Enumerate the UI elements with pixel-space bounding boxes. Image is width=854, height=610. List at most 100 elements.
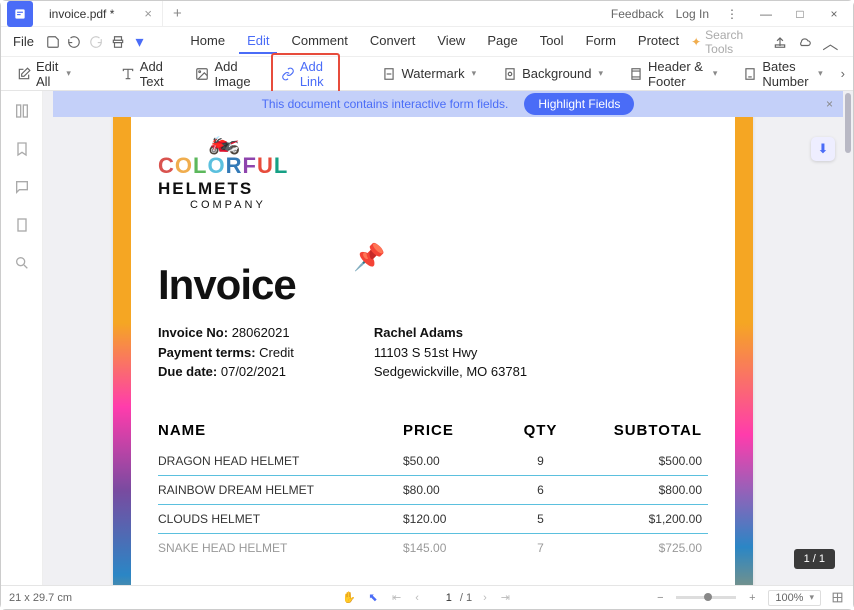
document-tab[interactable]: invoice.pdf * × xyxy=(39,1,163,27)
background-button[interactable]: Background▾ xyxy=(494,62,611,85)
menu-tool[interactable]: Tool xyxy=(532,29,572,54)
bates-number-icon xyxy=(743,66,757,81)
cloud-icon[interactable] xyxy=(796,32,813,52)
menubar: File ▾ Home Edit Comment Convert View Pa… xyxy=(1,27,853,57)
menu-comment[interactable]: Comment xyxy=(283,29,355,54)
share-icon[interactable] xyxy=(771,32,788,52)
quick-tools-dropdown-icon[interactable]: ▾ xyxy=(131,32,149,52)
watermark-icon xyxy=(382,66,397,81)
menu-home[interactable]: Home xyxy=(182,29,233,54)
menu-edit[interactable]: Edit xyxy=(239,29,277,54)
table-row: SNAKE HEAD HELMET $145.00 7 $725.00 xyxy=(158,534,708,562)
file-menu[interactable]: File xyxy=(7,34,40,49)
edit-all-icon xyxy=(17,66,31,81)
zoom-level[interactable]: 100%▾ xyxy=(768,590,821,606)
add-link-icon xyxy=(281,66,295,81)
last-page-icon[interactable]: ⇥ xyxy=(498,591,513,604)
pushpin-icon[interactable]: 📌 xyxy=(353,242,385,273)
left-sidebar xyxy=(1,91,43,585)
header-footer-button[interactable]: Header & Footer▾ xyxy=(621,55,725,93)
prev-page-icon[interactable]: ‹ xyxy=(412,592,422,604)
page-indicator: 1 / 1 xyxy=(794,549,835,569)
toolbar-overflow-icon[interactable]: › xyxy=(841,66,845,81)
zoom-in-icon[interactable]: + xyxy=(744,590,760,606)
new-tab-button[interactable]: + xyxy=(163,5,192,22)
attachments-icon[interactable] xyxy=(12,215,32,235)
titlebar: invoice.pdf * × + Feedback Log In ⋮ — □ … xyxy=(1,1,853,27)
menu-items: Home Edit Comment Convert View Page Tool… xyxy=(182,29,687,54)
logo-text-colorful: COLORFUL xyxy=(158,153,708,179)
next-page-icon[interactable]: › xyxy=(480,592,490,604)
page-decoration-left xyxy=(113,99,131,585)
menu-convert[interactable]: Convert xyxy=(362,29,424,54)
add-text-icon xyxy=(121,66,135,81)
search-panel-icon[interactable] xyxy=(12,253,32,273)
comments-icon[interactable] xyxy=(12,177,32,197)
helmet-icon: 🏍️ xyxy=(208,127,708,153)
add-link-button[interactable]: Add Link xyxy=(271,53,340,95)
login-link[interactable]: Log In xyxy=(676,7,709,21)
company-logo: 🏍️ COLORFUL HELMETS COMPANY xyxy=(158,127,708,211)
edit-toolbar: Edit All▾ Add Text Add Image Add Link Wa… xyxy=(1,57,853,91)
page-dimensions: 21 x 29.7 cm xyxy=(9,592,72,604)
hand-tool-icon[interactable]: ✋ xyxy=(341,590,357,606)
background-icon xyxy=(502,66,517,81)
main-area: ▶ 🏍️ COLORFUL HELMETS COMPANY 📌 Invoice … xyxy=(1,91,853,585)
thumbnails-icon[interactable] xyxy=(12,101,32,121)
document-canvas[interactable]: 🏍️ COLORFUL HELMETS COMPANY 📌 Invoice In… xyxy=(43,91,853,585)
menu-view[interactable]: View xyxy=(429,29,473,54)
scrollbar[interactable] xyxy=(845,93,851,153)
logo-text-helmets: HELMETS xyxy=(158,179,708,199)
kebab-menu-icon[interactable]: ⋮ xyxy=(721,3,743,25)
invoice-table: NAME PRICE QTY SUBTOTAL DRAGON HEAD HELM… xyxy=(158,422,708,562)
undo-icon[interactable] xyxy=(66,32,84,52)
close-tab-icon[interactable]: × xyxy=(144,6,152,21)
bates-number-button[interactable]: Bates Number▾ xyxy=(735,55,830,93)
form-fields-notice: This document contains interactive form … xyxy=(53,91,843,117)
bookmarks-icon[interactable] xyxy=(12,139,32,159)
menu-page[interactable]: Page xyxy=(479,29,525,54)
close-window-icon[interactable]: × xyxy=(823,3,845,25)
menu-form[interactable]: Form xyxy=(578,29,624,54)
menu-protect[interactable]: Protect xyxy=(630,29,687,54)
page-number-input[interactable] xyxy=(430,592,452,604)
first-page-icon[interactable]: ⇤ xyxy=(389,591,404,604)
table-row: DRAGON HEAD HELMET $50.00 9 $500.00 xyxy=(158,447,708,476)
edit-all-button[interactable]: Edit All▾ xyxy=(9,55,79,93)
statusbar: 21 x 29.7 cm ✋ ⬉ ⇤ ‹ / 1 › ⇥ − + 100%▾ xyxy=(1,585,853,609)
add-text-button[interactable]: Add Text xyxy=(113,55,178,93)
tab-title: invoice.pdf * xyxy=(49,7,114,21)
notice-close-icon[interactable]: × xyxy=(826,97,833,111)
table-row: RAINBOW DREAM HELMET $80.00 6 $800.00 xyxy=(158,476,708,505)
search-placeholder: Search Tools xyxy=(705,28,763,56)
fit-page-icon[interactable] xyxy=(829,590,845,606)
redo-icon[interactable] xyxy=(87,32,105,52)
page-decoration-right xyxy=(735,99,753,585)
save-icon[interactable] xyxy=(44,32,62,52)
select-tool-icon[interactable]: ⬉ xyxy=(365,590,381,606)
table-row: CLOUDS HELMET $120.00 5 $1,200.00 xyxy=(158,505,708,534)
app-icon xyxy=(7,1,33,27)
header-footer-icon xyxy=(629,66,643,81)
table-header: NAME PRICE QTY SUBTOTAL xyxy=(158,422,708,447)
highlight-fields-button[interactable]: Highlight Fields xyxy=(524,93,634,115)
watermark-button[interactable]: Watermark▾ xyxy=(374,62,485,85)
notice-text: This document contains interactive form … xyxy=(262,97,509,111)
page-total: / 1 xyxy=(460,592,472,604)
zoom-slider[interactable] xyxy=(676,596,736,599)
invoice-meta: Invoice No: 28062021 Payment terms: Cred… xyxy=(158,323,708,382)
add-image-icon xyxy=(195,66,209,81)
add-image-button[interactable]: Add Image xyxy=(187,55,260,93)
sparkle-icon: ✦ xyxy=(691,35,701,49)
search-tools[interactable]: ✦ Search Tools xyxy=(691,28,763,56)
collapse-ribbon-icon[interactable]: ︿ xyxy=(822,32,839,52)
pdf-page: 🏍️ COLORFUL HELMETS COMPANY 📌 Invoice In… xyxy=(113,99,753,585)
download-badge-icon[interactable]: ⬇ xyxy=(811,137,835,161)
print-icon[interactable] xyxy=(109,32,127,52)
minimize-icon[interactable]: — xyxy=(755,3,777,25)
invoice-title: Invoice xyxy=(158,261,708,309)
feedback-link[interactable]: Feedback xyxy=(611,7,664,21)
logo-text-company: COMPANY xyxy=(190,199,708,211)
zoom-out-icon[interactable]: − xyxy=(652,590,668,606)
maximize-icon[interactable]: □ xyxy=(789,3,811,25)
